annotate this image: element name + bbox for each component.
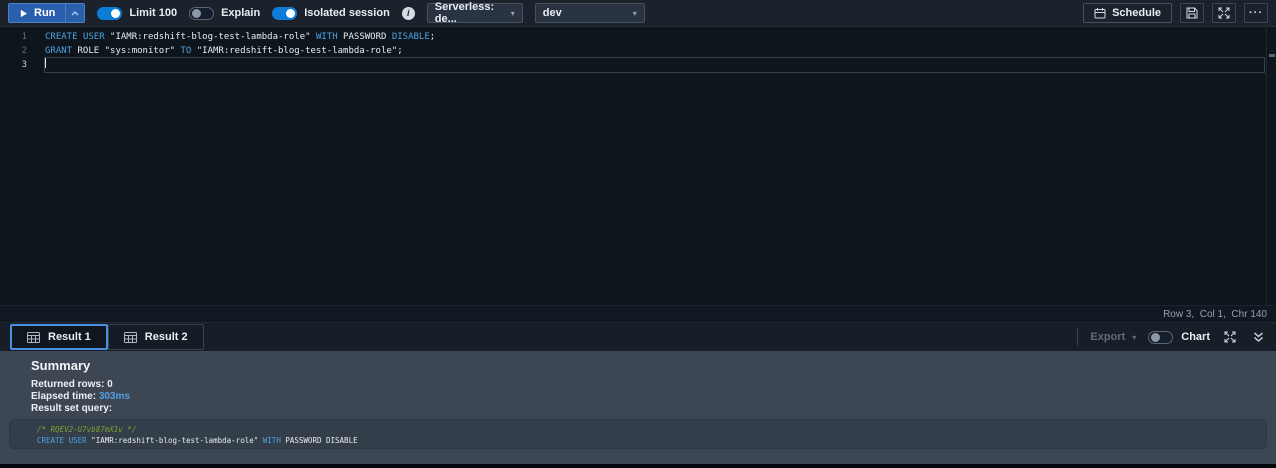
- fullscreen-icon: [1224, 331, 1236, 343]
- save-button[interactable]: [1180, 3, 1204, 23]
- result-query-line: /* RQEV2-U7vb87mX1v */: [37, 425, 137, 434]
- toggle-knob: [1151, 332, 1161, 342]
- table-icon: [27, 331, 40, 343]
- run-split-button: Run: [8, 3, 86, 23]
- sql-editor[interactable]: 1 CREATE USER "IAMR:redshift-blog-test-la…: [0, 26, 1276, 305]
- editor-line[interactable]: 2 GRANT ROLE "sys:monitor" TO "IAMR:redsh…: [0, 44, 1276, 58]
- toolbar-right-group: Schedule ···: [1083, 3, 1268, 23]
- result-set-query-box: /* RQEV2-U7vb87mX1v */ CREATE USER "IAMR:…: [9, 419, 1267, 449]
- limit-toggle-group: Limit 100: [97, 6, 178, 20]
- save-icon: [1186, 7, 1198, 19]
- returned-rows-label: Returned rows:: [31, 379, 105, 390]
- editor-line-code[interactable]: CREATE USER "IAMR:redshift-blog-test-lam…: [45, 30, 1264, 44]
- results-controls: Export ▾ Chart: [1077, 327, 1266, 347]
- database-dropdown-value: dev: [542, 7, 562, 19]
- workgroup-dropdown[interactable]: Serverless: de... ▾: [426, 1, 523, 25]
- more-options-button[interactable]: ···: [1244, 3, 1268, 23]
- elapsed-time-line: Elapsed time: 303ms: [31, 391, 1276, 403]
- play-icon: [19, 9, 28, 18]
- chart-toggle[interactable]: [1148, 330, 1174, 344]
- text-cursor: [45, 58, 46, 68]
- chevron-down-icon: ▾: [510, 8, 515, 18]
- toggle-knob: [286, 8, 296, 18]
- editor-line[interactable]: 3: [0, 57, 1276, 73]
- summary-title: Summary: [31, 358, 91, 373]
- editor-line[interactable]: 1 CREATE USER "IAMR:redshift-blog-test-la…: [0, 30, 1276, 44]
- bottom-edge: [0, 464, 1276, 468]
- line-number: 3: [21, 60, 27, 70]
- toolbar-left-group: Run Limit 100 Explain Isolated session i…: [8, 1, 645, 25]
- chevron-up-icon: [70, 9, 80, 18]
- database-dropdown[interactable]: dev ▾: [534, 3, 645, 23]
- returned-rows-line: Returned rows: 0: [31, 379, 1276, 391]
- tab-result-1[interactable]: Result 1: [10, 324, 108, 350]
- elapsed-time-value: 303ms: [98, 391, 130, 402]
- fullscreen-icon: [1218, 7, 1230, 19]
- ellipsis-icon: ···: [1249, 7, 1263, 19]
- results-tabbar: Result 1 Result 2 Export ▾ Chart: [0, 322, 1276, 351]
- explain-toggle-group: Explain: [189, 6, 261, 20]
- chevron-down-icon: ▾: [632, 8, 637, 18]
- result-tabs: Result 1 Result 2: [10, 324, 204, 350]
- run-button[interactable]: Run: [9, 4, 66, 22]
- collapse-results-button[interactable]: [1250, 327, 1266, 347]
- editor-scrollbar-thumb[interactable]: [1269, 54, 1275, 57]
- editor-line-code[interactable]: [44, 57, 1265, 73]
- calendar-icon: [1094, 7, 1106, 19]
- workgroup-dropdown-value: Serverless: de...: [434, 1, 495, 25]
- tab-label: Result 1: [48, 331, 91, 343]
- toggle-knob: [192, 8, 202, 18]
- double-chevron-down-icon: [1252, 331, 1265, 343]
- export-button-label: Export: [1090, 331, 1126, 343]
- result-set-query-label: Result set query:: [31, 403, 113, 414]
- query-editor-window: Run Limit 100 Explain Isolated session i…: [0, 0, 1276, 468]
- limit-100-toggle[interactable]: [97, 6, 123, 20]
- editor-line-code[interactable]: GRANT ROLE "sys:monitor" TO "IAMR:redshi…: [45, 44, 1264, 58]
- editor-minimap-divider: [1266, 28, 1267, 305]
- result-query-line: CREATE USER "IAMR:redshift-blog-test-lam…: [37, 436, 358, 445]
- tab-label: Result 2: [144, 331, 188, 343]
- info-icon[interactable]: i: [401, 6, 415, 20]
- explain-toggle[interactable]: [189, 6, 215, 20]
- vertical-divider: [1077, 328, 1079, 346]
- toggle-knob: [111, 8, 121, 18]
- results-panel: Summary Returned rows: 0 Elapsed time: 3…: [0, 351, 1276, 464]
- table-icon: [123, 331, 137, 343]
- maximize-editor-button[interactable]: [1212, 3, 1236, 23]
- editor-lines: 1 CREATE USER "IAMR:redshift-blog-test-la…: [0, 30, 1276, 73]
- tab-result-2[interactable]: Result 2: [107, 324, 204, 350]
- isolated-session-toggle-group: Isolated session: [272, 6, 390, 20]
- run-options-button[interactable]: [65, 4, 85, 22]
- chart-toggle-group: Chart: [1148, 330, 1210, 344]
- summary-section: Summary Returned rows: 0 Elapsed time: 3…: [0, 351, 1276, 415]
- elapsed-time-label: Elapsed time:: [31, 391, 97, 402]
- line-number: 2: [21, 46, 27, 56]
- explain-label: Explain: [221, 7, 261, 19]
- limit-100-label: Limit 100: [129, 7, 178, 19]
- schedule-button[interactable]: Schedule: [1083, 3, 1172, 23]
- schedule-button-label: Schedule: [1112, 7, 1161, 19]
- isolated-session-label: Isolated session: [304, 7, 390, 19]
- maximize-results-button[interactable]: [1222, 327, 1238, 347]
- editor-toolbar: Run Limit 100 Explain Isolated session i…: [0, 0, 1276, 26]
- chevron-down-icon: ▾: [1132, 332, 1137, 342]
- cursor-position-status: Row 3, Col 1, Chr 140: [1163, 308, 1267, 320]
- isolated-session-toggle[interactable]: [272, 6, 298, 20]
- export-button[interactable]: Export ▾: [1090, 331, 1136, 343]
- returned-rows-value: 0: [107, 379, 113, 390]
- run-button-label: Run: [34, 7, 56, 19]
- line-number: 1: [21, 32, 27, 42]
- editor-statusbar: Row 3, Col 1, Chr 140: [0, 305, 1276, 322]
- chart-label: Chart: [1181, 331, 1210, 343]
